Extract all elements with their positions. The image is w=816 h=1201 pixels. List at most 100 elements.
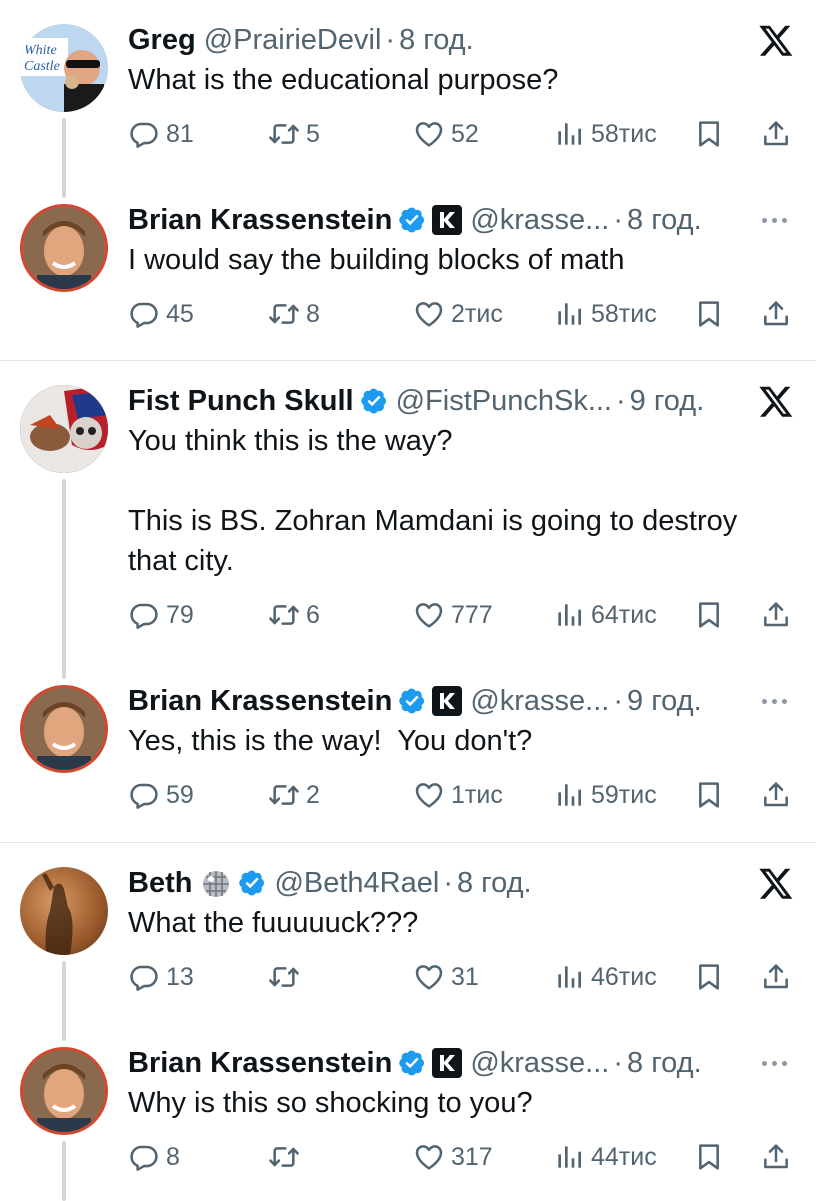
verified-badge-icon (238, 869, 266, 897)
user-handle[interactable]: @krasse... (470, 681, 609, 721)
retweet-button[interactable] (268, 957, 306, 997)
tweet-actions: 13 31 46тис (128, 957, 794, 997)
timestamp[interactable]: 8 год. (627, 1043, 702, 1083)
user-handle[interactable]: @krasse... (470, 1043, 609, 1083)
avatar[interactable] (20, 1047, 108, 1135)
share-icon (760, 599, 792, 631)
reply-button[interactable]: 13 (128, 957, 194, 997)
reply-button[interactable]: 81 (128, 114, 194, 154)
user-handle[interactable]: @PrairieDevil (204, 20, 382, 60)
retweet-button[interactable]: 8 (268, 294, 320, 334)
affiliate-badge-icon[interactable] (432, 686, 463, 716)
timestamp[interactable]: 8 год. (399, 20, 474, 60)
display-name[interactable]: Brian Krassenstein (128, 681, 392, 721)
views-button[interactable]: 59тис (553, 775, 657, 815)
verified-badge-icon (398, 206, 426, 234)
affiliate-badge-icon[interactable] (432, 1048, 463, 1078)
retweet-button[interactable]: 2 (268, 775, 320, 815)
thread-fist-punch-skull: Fist Punch Skull @FistPunchSk... · 9 год… (0, 361, 816, 841)
reply-button[interactable]: 45 (128, 294, 194, 334)
timestamp[interactable]: 8 год. (457, 863, 532, 903)
share-button[interactable] (760, 114, 792, 154)
share-button[interactable] (760, 1137, 792, 1177)
views-button[interactable]: 46тис (553, 957, 657, 997)
timestamp[interactable]: 8 год. (627, 200, 702, 240)
user-handle[interactable]: @FistPunchSk... (396, 381, 612, 421)
more-icon[interactable] (762, 1058, 794, 1068)
display-name[interactable]: Beth (128, 863, 192, 903)
verified-badge-icon (360, 387, 388, 415)
views-button[interactable]: 44тис (553, 1137, 657, 1177)
views-count: 59тис (591, 780, 657, 809)
bookmark-button[interactable] (693, 775, 725, 815)
display-name[interactable]: Greg (128, 20, 196, 60)
views-icon (553, 298, 585, 330)
like-button[interactable]: 31 (413, 957, 479, 997)
share-button[interactable] (760, 595, 792, 635)
like-count: 2тис (451, 299, 503, 328)
heart-icon (413, 298, 445, 330)
bookmark-button[interactable] (693, 294, 725, 334)
separator-dot: · (613, 204, 624, 236)
views-icon (553, 118, 585, 150)
separator-dot: · (443, 867, 453, 899)
avatar[interactable] (20, 385, 108, 473)
bookmark-button[interactable] (693, 1137, 725, 1177)
tweet-text: Yes, this is the way! You don't? (128, 725, 533, 757)
like-button[interactable]: 317 (413, 1137, 493, 1177)
tweet[interactable]: Brian Krassenstein @krasse... · 9 год. Y… (0, 681, 816, 831)
reply-button[interactable]: 8 (128, 1137, 180, 1177)
bookmark-icon (693, 298, 725, 330)
avatar[interactable] (20, 685, 108, 773)
avatar[interactable]: White Castle (20, 24, 108, 112)
timestamp[interactable]: 9 год. (630, 381, 705, 421)
bookmark-button[interactable] (693, 957, 725, 997)
reply-button[interactable]: 59 (128, 775, 194, 815)
tweet[interactable]: Brian Krassenstein @krasse... · 8 год. W… (0, 1043, 816, 1193)
avatar[interactable] (20, 204, 108, 292)
views-count: 64тис (591, 600, 657, 629)
reply-button[interactable]: 79 (128, 595, 194, 635)
more-icon[interactable] (762, 215, 794, 225)
user-handle[interactable]: @krasse... (470, 200, 609, 240)
timestamp[interactable]: 9 год. (627, 681, 702, 721)
tweet[interactable]: Fist Punch Skull @FistPunchSk... · 9 год… (0, 381, 816, 641)
tweet-header: Brian Krassenstein @krasse... · 8 год. (128, 200, 716, 240)
reply-count: 81 (166, 119, 194, 148)
tweet[interactable]: Beth @Beth4Rael · 8 год. What the fuuuuu… (0, 863, 816, 1013)
tweet-actions: 59 2 1тис 59тис (128, 775, 794, 815)
retweet-button[interactable] (268, 1137, 306, 1177)
affiliate-badge-icon[interactable] (432, 205, 463, 235)
more-icon[interactable] (762, 696, 794, 706)
views-button[interactable]: 58тис (553, 294, 657, 334)
like-button[interactable]: 52 (413, 114, 479, 154)
display-name[interactable]: Fist Punch Skull (128, 381, 354, 421)
tweet[interactable]: Brian Krassenstein @krasse... · 8 год. I… (0, 200, 816, 350)
like-button[interactable]: 2тис (413, 294, 503, 334)
replies-thread-page: White Castle Greg @PrairieDevil · 8 год.… (0, 0, 816, 1201)
views-button[interactable]: 64тис (553, 595, 657, 635)
retweet-button[interactable]: 5 (268, 114, 320, 154)
display-name[interactable]: Brian Krassenstein (128, 1043, 392, 1083)
reply-count: 79 (166, 600, 194, 629)
avatar-image (23, 688, 105, 770)
separator-dot: · (385, 24, 396, 56)
avatar[interactable] (20, 867, 108, 955)
retweet-button[interactable]: 6 (268, 595, 320, 635)
like-button[interactable]: 1тис (413, 775, 503, 815)
display-name[interactable]: Brian Krassenstein (128, 200, 392, 240)
reply-icon (128, 779, 160, 811)
tweet-header: Brian Krassenstein @krasse... · 9 год. (128, 681, 716, 721)
views-button[interactable]: 58тис (553, 114, 657, 154)
bookmark-button[interactable] (693, 114, 725, 154)
bookmark-icon (693, 961, 725, 993)
share-icon (760, 779, 792, 811)
share-button[interactable] (760, 957, 792, 997)
like-button[interactable]: 777 (413, 595, 493, 635)
user-handle[interactable]: @Beth4Rael (274, 863, 439, 903)
share-button[interactable] (760, 775, 792, 815)
share-button[interactable] (760, 294, 792, 334)
bookmark-button[interactable] (693, 595, 725, 635)
tweet[interactable]: White Castle Greg @PrairieDevil · 8 год.… (0, 20, 816, 170)
disco-ball-icon (200, 867, 232, 899)
